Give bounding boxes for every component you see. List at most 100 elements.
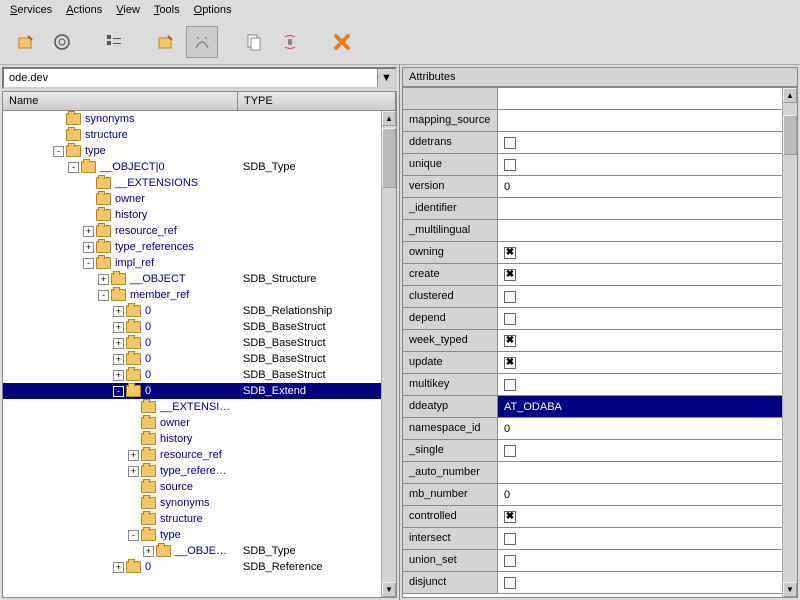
- checkbox[interactable]: [504, 159, 516, 171]
- tree-row[interactable]: __EXTENSIONS: [3, 175, 381, 191]
- attributes-grid[interactable]: mapping_sourceddetransuniqueversion0_ide…: [403, 88, 782, 597]
- expand-icon[interactable]: +: [113, 562, 124, 573]
- toolbar-btn-3[interactable]: [98, 26, 130, 58]
- checkbox[interactable]: [504, 555, 516, 567]
- attr-value[interactable]: [498, 550, 782, 571]
- expand-icon[interactable]: +: [83, 242, 94, 253]
- attr-row[interactable]: _multilingual: [403, 220, 782, 242]
- checkbox[interactable]: [504, 379, 516, 391]
- menu-options[interactable]: Options: [194, 4, 232, 16]
- attr-row[interactable]: intersect: [403, 528, 782, 550]
- attr-row[interactable]: version0: [403, 176, 782, 198]
- scroll-thumb[interactable]: [783, 115, 797, 155]
- tree-view[interactable]: synonymsstructure-type-__OBJECT|0SDB_Typ…: [3, 111, 381, 597]
- attr-value[interactable]: [498, 110, 782, 131]
- tree-row[interactable]: +0SDB_Relationship: [3, 303, 381, 319]
- attr-row[interactable]: week_typed✖: [403, 330, 782, 352]
- menu-tools[interactable]: Tools: [154, 4, 180, 16]
- attr-row[interactable]: create✖: [403, 264, 782, 286]
- expand-icon[interactable]: +: [113, 322, 124, 333]
- attr-row[interactable]: depend: [403, 308, 782, 330]
- tree-row[interactable]: +0SDB_BaseStruct: [3, 319, 381, 335]
- expand-icon[interactable]: +: [143, 546, 154, 557]
- tree-row[interactable]: source: [3, 479, 381, 495]
- checkbox[interactable]: [504, 313, 516, 325]
- source-input[interactable]: [4, 69, 377, 87]
- attr-row[interactable]: _auto_number: [403, 462, 782, 484]
- tree-row[interactable]: history: [3, 207, 381, 223]
- tree-row[interactable]: synonyms: [3, 111, 381, 127]
- col-type[interactable]: TYPE: [238, 92, 396, 110]
- toolbar-btn-5[interactable]: [186, 26, 218, 58]
- attr-row[interactable]: clustered: [403, 286, 782, 308]
- attr-value[interactable]: ✖: [498, 352, 782, 373]
- attr-value[interactable]: [498, 462, 782, 483]
- attr-row[interactable]: union_set: [403, 550, 782, 572]
- tree-row[interactable]: +__OBJECTSDB_Structure: [3, 271, 381, 287]
- toolbar-btn-close[interactable]: [326, 26, 358, 58]
- tree-row[interactable]: synonyms: [3, 495, 381, 511]
- scroll-thumb[interactable]: [382, 128, 396, 188]
- tree-row[interactable]: structure: [3, 127, 381, 143]
- expand-icon[interactable]: +: [128, 450, 139, 461]
- collapse-icon[interactable]: -: [113, 386, 124, 397]
- attr-value[interactable]: [498, 528, 782, 549]
- chevron-down-icon[interactable]: ▼: [377, 69, 395, 87]
- collapse-icon[interactable]: -: [128, 530, 139, 541]
- expand-icon[interactable]: +: [83, 226, 94, 237]
- checkbox[interactable]: [504, 533, 516, 545]
- attr-value[interactable]: ✖: [498, 330, 782, 351]
- toolbar-btn-2[interactable]: [46, 26, 78, 58]
- attr-row[interactable]: disjunct: [403, 572, 782, 594]
- checkbox[interactable]: [504, 137, 516, 149]
- attr-value[interactable]: [498, 286, 782, 307]
- toolbar-btn-4[interactable]: [150, 26, 182, 58]
- attr-row[interactable]: owning✖: [403, 242, 782, 264]
- tree-row[interactable]: -member_ref: [3, 287, 381, 303]
- expand-icon[interactable]: +: [113, 338, 124, 349]
- checkbox[interactable]: ✖: [504, 511, 516, 523]
- tree-row[interactable]: -__OBJECT|0SDB_Type: [3, 159, 381, 175]
- attr-value[interactable]: [498, 198, 782, 219]
- attr-row[interactable]: controlled✖: [403, 506, 782, 528]
- attr-row[interactable]: ddetrans: [403, 132, 782, 154]
- attr-value[interactable]: [498, 132, 782, 153]
- checkbox[interactable]: [504, 445, 516, 457]
- attr-row[interactable]: mb_number0: [403, 484, 782, 506]
- attr-value[interactable]: [498, 220, 782, 241]
- attr-row[interactable]: namespace_id0: [403, 418, 782, 440]
- scroll-down-icon[interactable]: ▼: [382, 582, 396, 597]
- attr-value[interactable]: 0: [498, 176, 782, 197]
- attr-value[interactable]: [498, 440, 782, 461]
- attr-value[interactable]: AT_ODABA: [498, 396, 782, 417]
- scroll-down-icon[interactable]: ▼: [783, 582, 797, 597]
- attr-row[interactable]: multikey: [403, 374, 782, 396]
- attr-value[interactable]: [498, 374, 782, 395]
- attr-value[interactable]: [498, 308, 782, 329]
- menu-view[interactable]: View: [116, 4, 140, 16]
- tree-row[interactable]: history: [3, 431, 381, 447]
- expand-icon[interactable]: +: [113, 370, 124, 381]
- checkbox[interactable]: [504, 577, 516, 589]
- attr-row[interactable]: _identifier: [403, 198, 782, 220]
- collapse-icon[interactable]: -: [53, 146, 64, 157]
- tree-row[interactable]: owner: [3, 415, 381, 431]
- tree-scrollbar[interactable]: ▲ ▼: [381, 111, 396, 597]
- attr-value[interactable]: ✖: [498, 242, 782, 263]
- collapse-icon[interactable]: -: [68, 162, 79, 173]
- tree-row[interactable]: -0SDB_Extend: [3, 383, 381, 399]
- expand-icon[interactable]: +: [98, 274, 109, 285]
- collapse-icon[interactable]: -: [98, 290, 109, 301]
- toolbar-btn-6[interactable]: [238, 26, 270, 58]
- scroll-up-icon[interactable]: ▲: [783, 88, 797, 103]
- tree-row[interactable]: +0SDB_BaseStruct: [3, 367, 381, 383]
- checkbox[interactable]: ✖: [504, 335, 516, 347]
- checkbox[interactable]: ✖: [504, 247, 516, 259]
- attr-row[interactable]: ddeatypAT_ODABA: [403, 396, 782, 418]
- attr-row[interactable]: _single: [403, 440, 782, 462]
- expand-icon[interactable]: +: [128, 466, 139, 477]
- tree-row[interactable]: +0SDB_Reference: [3, 559, 381, 575]
- expand-icon[interactable]: +: [113, 306, 124, 317]
- source-combo[interactable]: ▼: [2, 67, 397, 89]
- col-name[interactable]: Name: [3, 92, 238, 110]
